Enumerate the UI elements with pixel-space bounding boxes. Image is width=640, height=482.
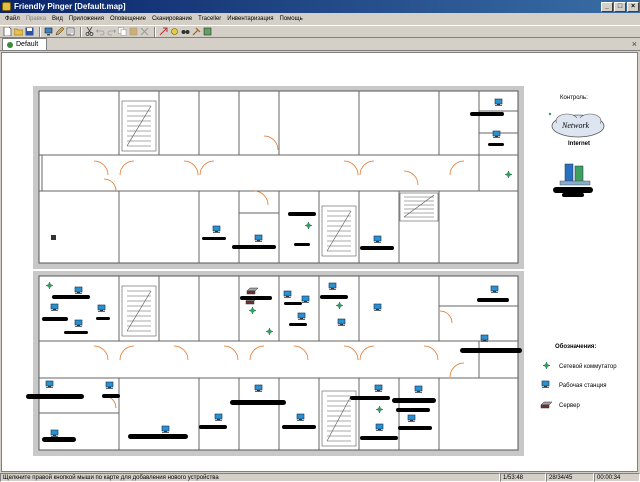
- window-title: Friendly Pinger [Default.map]: [14, 2, 126, 11]
- save-icon[interactable]: [25, 27, 34, 36]
- legend-switch-label: Сетевой коммутатор: [559, 363, 617, 370]
- status-bar: Щелкните правой кнопкой мыши по карте дл…: [0, 473, 640, 482]
- menu-help[interactable]: Помощь: [277, 16, 306, 22]
- gateway-icon[interactable]: [559, 163, 591, 186]
- menu-file[interactable]: Файл: [2, 16, 23, 22]
- toolbar-separator: [80, 26, 82, 37]
- menu-view[interactable]: Вид: [49, 16, 66, 22]
- legend-title: Обозначения:: [555, 343, 596, 350]
- network-cloud-label: Network: [561, 121, 590, 130]
- redo-icon[interactable]: [107, 27, 116, 36]
- delete-icon[interactable]: [140, 27, 149, 36]
- status-hint: Щелкните правой кнопкой мыши по карте дл…: [0, 473, 500, 482]
- legend-server-label: Сервер: [559, 403, 580, 409]
- menu-inventory[interactable]: Инвентаризация: [224, 16, 276, 22]
- paste-icon[interactable]: [129, 27, 138, 36]
- maximize-button[interactable]: □: [614, 1, 626, 12]
- edit-icon[interactable]: [55, 27, 64, 36]
- copy-icon[interactable]: [118, 27, 127, 36]
- menu-notification[interactable]: Оповещение: [107, 16, 149, 22]
- menu-edit[interactable]: Правка: [23, 16, 49, 22]
- menu-traceller[interactable]: Traceller: [195, 16, 224, 22]
- app-icon: [2, 2, 11, 11]
- network-box-title: Контроль:: [560, 95, 588, 101]
- workstation-icon: [541, 380, 550, 389]
- new-file-icon[interactable]: [3, 27, 12, 36]
- status-ratio: 28/34/45: [546, 473, 594, 482]
- status-time: 00:00:34: [594, 473, 640, 482]
- map-tabs: Default ×: [0, 38, 640, 51]
- legend: Обозначения: Сетевой коммутатор Рабочая …: [540, 343, 617, 409]
- floor-plan-upper: [33, 86, 524, 269]
- status-count: 1/53:48: [500, 473, 546, 482]
- map-canvas[interactable]: Контроль: Network Internet Обозначения: …: [1, 52, 638, 472]
- find-icon[interactable]: [181, 27, 190, 36]
- toolbar-separator: [154, 26, 156, 37]
- undo-icon[interactable]: [96, 27, 105, 36]
- title-bar: Friendly Pinger [Default.map] _ □ ×: [0, 0, 640, 13]
- toolbar: [0, 25, 640, 38]
- toolbar-separator: [39, 26, 41, 37]
- scan-icon[interactable]: [170, 27, 179, 36]
- tab-default[interactable]: Default: [2, 38, 48, 50]
- close-tab-icon[interactable]: ×: [632, 39, 637, 49]
- legend-workstation-label: Рабочая станция: [559, 383, 607, 389]
- server-icon: [540, 401, 553, 409]
- floor-plan-map: Контроль: Network Internet Обозначения: …: [26, 86, 617, 456]
- floor-plan-lower: [26, 271, 524, 456]
- properties-icon[interactable]: [66, 27, 75, 36]
- cut-icon[interactable]: [85, 27, 94, 36]
- menu-applications[interactable]: Приложения: [66, 16, 107, 22]
- inventory-icon[interactable]: [203, 27, 212, 36]
- monitor-icon[interactable]: [44, 27, 53, 36]
- map-tab-icon: [7, 41, 13, 48]
- tools-icon[interactable]: [192, 27, 201, 36]
- menu-scanning[interactable]: Сканирование: [149, 16, 195, 22]
- device-marker[interactable]: [51, 235, 56, 240]
- network-box: Контроль: Network Internet: [548, 95, 605, 197]
- switch-icon: [542, 361, 551, 370]
- open-folder-icon[interactable]: [14, 27, 23, 36]
- internet-label: Internet: [568, 141, 590, 147]
- menu-bar: Файл Правка Вид Приложения Оповещение Ск…: [0, 13, 640, 25]
- minimize-button[interactable]: _: [601, 1, 613, 12]
- tab-default-label: Default: [16, 41, 39, 48]
- ping-icon[interactable]: [159, 27, 168, 36]
- close-button[interactable]: ×: [627, 1, 639, 12]
